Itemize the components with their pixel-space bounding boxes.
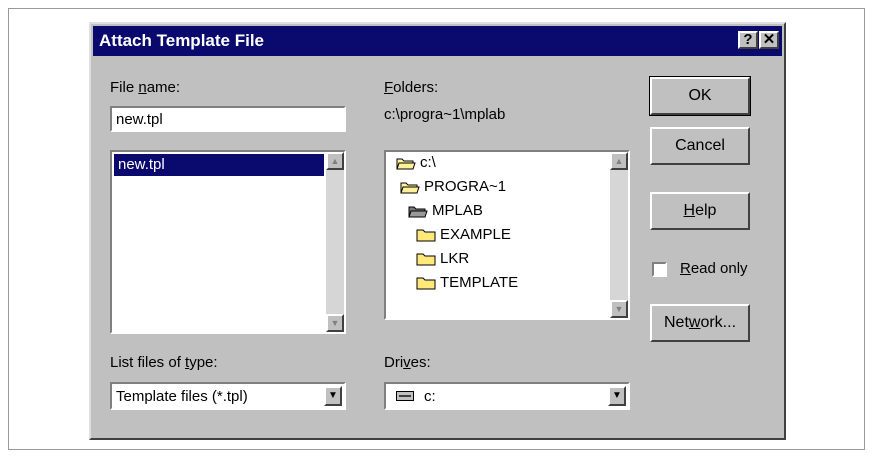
list-files-type-label: List files of type:: [110, 354, 218, 371]
network-button[interactable]: Network...: [650, 304, 750, 342]
file-name-value: new.tpl: [116, 111, 163, 128]
folder-item-progra[interactable]: PROGRA~1: [400, 178, 506, 195]
folder-icon: [416, 252, 436, 266]
folder-tree-scrollbar[interactable]: ▲ ▼: [610, 152, 628, 318]
dropdown-arrow-icon[interactable]: ▼: [324, 386, 342, 406]
attach-template-dialog: Attach Template File ? ✕ File name: new.…: [89, 22, 786, 440]
file-type-select[interactable]: Template files (*.tpl) ▼: [110, 382, 346, 410]
folder-tree[interactable]: c:\ PROGRA~1 MPLAB EXAMPLE LKR TEMPLATE …: [384, 150, 630, 320]
file-name-label: File name:: [110, 79, 181, 96]
folder-item-mplab[interactable]: MPLAB: [408, 202, 483, 219]
file-type-value: Template files (*.tpl): [116, 388, 248, 405]
dropdown-arrow-icon[interactable]: ▼: [608, 386, 626, 406]
scroll-up-arrow-icon[interactable]: ▲: [610, 152, 628, 170]
scroll-up-arrow-icon[interactable]: ▲: [326, 152, 344, 170]
scroll-down-arrow-icon[interactable]: ▼: [610, 300, 628, 318]
drives-select[interactable]: c: ▼: [384, 382, 630, 410]
dialog-title: Attach Template File: [99, 31, 264, 50]
drives-label: Drives:: [384, 354, 431, 371]
folder-item-lkr[interactable]: LKR: [416, 250, 469, 267]
file-list[interactable]: new.tpl ▲ ▼: [110, 150, 346, 334]
read-only-label[interactable]: Read only: [680, 260, 748, 277]
folders-label: Folders:: [384, 79, 439, 96]
open-folder-icon: [396, 156, 416, 170]
folder-item-example[interactable]: EXAMPLE: [416, 226, 511, 243]
drive-icon: [396, 391, 414, 401]
help-button[interactable]: Help: [650, 192, 750, 230]
folder-item-template[interactable]: TEMPLATE: [416, 274, 518, 291]
close-button[interactable]: ✕: [759, 31, 779, 49]
read-only-checkbox[interactable]: [652, 262, 667, 277]
folder-icon: [416, 228, 436, 242]
current-path: c:\progra~1\mplab: [384, 106, 506, 123]
cancel-button[interactable]: Cancel: [650, 127, 750, 165]
folder-item-root[interactable]: c:\: [396, 154, 436, 171]
file-list-scrollbar[interactable]: ▲ ▼: [326, 152, 344, 332]
drive-value: c:: [424, 388, 436, 405]
folder-icon: [416, 276, 436, 290]
ok-button[interactable]: OK: [649, 76, 751, 116]
file-name-input[interactable]: new.tpl: [110, 106, 346, 132]
open-folder-icon: [400, 180, 420, 194]
open-folder-icon: [408, 204, 428, 218]
title-bar: Attach Template File ? ✕: [93, 26, 782, 56]
file-list-item[interactable]: new.tpl: [114, 154, 324, 176]
help-title-button[interactable]: ?: [738, 31, 758, 49]
scroll-down-arrow-icon[interactable]: ▼: [326, 314, 344, 332]
